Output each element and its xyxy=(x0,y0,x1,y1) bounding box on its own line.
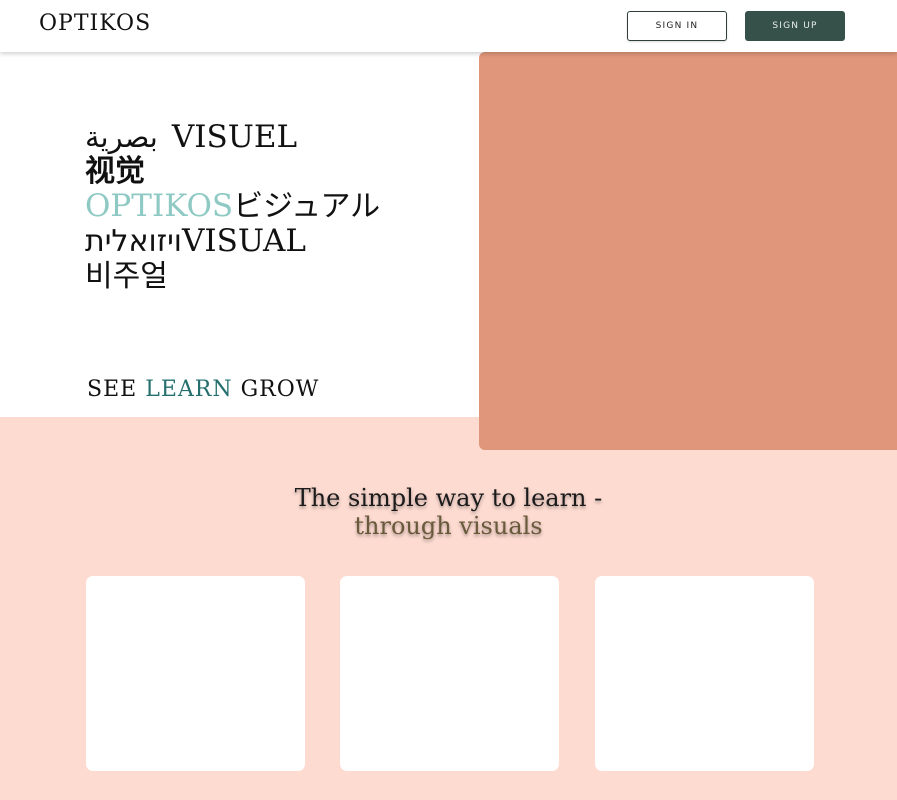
logo[interactable]: OPTIKOS xyxy=(39,11,151,36)
hebrew-word: ויזואלית xyxy=(85,224,182,259)
korean-word: 비주얼 xyxy=(85,259,168,294)
french-word: VISUEL xyxy=(171,119,298,155)
hero-multilingual-heading: بصرية VISUEL 视觉 OPTIKOSビジュアル ויזואליתVISU… xyxy=(85,120,380,294)
brand-word: OPTIKOS xyxy=(85,188,234,224)
english-word: VISUAL xyxy=(181,223,306,259)
tagline-learn: LEARN xyxy=(145,377,233,402)
section-title-line-1: The simple way to learn - xyxy=(294,484,603,512)
section-title: The simple way to learn - through visual… xyxy=(0,484,897,540)
hero-image-panel xyxy=(479,52,897,450)
top-navbar: OPTIKOS SIGN IN SIGN UP xyxy=(0,0,897,52)
arabic-word: بصرية xyxy=(85,120,158,154)
hero-line-5: 비주얼 xyxy=(85,259,380,294)
tagline-see: SEE xyxy=(87,377,138,402)
hero-line-2: 视觉 xyxy=(85,154,380,189)
feature-card-2[interactable] xyxy=(340,576,559,771)
sign-up-button[interactable]: SIGN UP xyxy=(745,11,845,41)
hero-line-1: بصرية VISUEL xyxy=(85,120,380,154)
hero-line-4: ויזואליתVISUAL xyxy=(85,224,380,259)
hero-line-3: OPTIKOSビジュアル xyxy=(85,189,380,224)
japanese-word: ビジュアル xyxy=(233,189,381,224)
section-title-line-2: through visuals xyxy=(354,512,543,540)
tagline: SEE LEARN GROW xyxy=(87,377,319,402)
chinese-word: 视觉 xyxy=(85,154,145,189)
feature-card-3[interactable] xyxy=(595,576,814,771)
tagline-grow: GROW xyxy=(240,377,320,402)
feature-card-1[interactable] xyxy=(86,576,305,771)
sign-in-button[interactable]: SIGN IN xyxy=(627,11,727,41)
